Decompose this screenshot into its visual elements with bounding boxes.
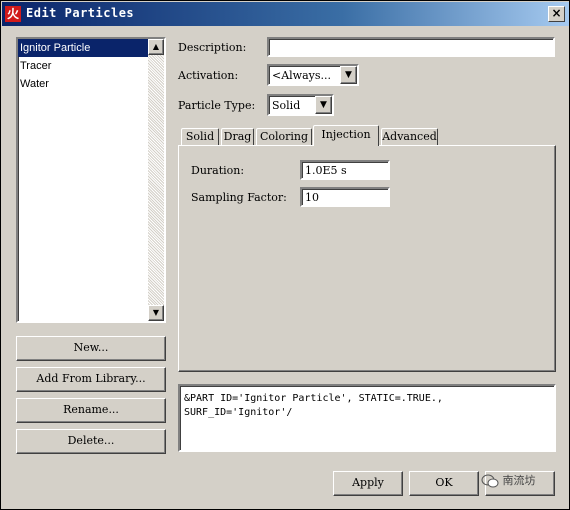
apply-button[interactable]: Apply <box>333 471 403 496</box>
sampling-factor-field[interactable]: 10 <box>300 187 390 207</box>
duration-label: Duration: <box>191 164 245 177</box>
namelist-line-2: SURF_ID='Ignitor'/ <box>184 407 293 418</box>
namelist-line-1: &PART ID='Ignitor Particle', STATIC=.TRU… <box>184 393 443 404</box>
description-label: Description: <box>178 41 247 54</box>
watermark-text: 南流坊 <box>502 474 536 487</box>
particle-type-select[interactable]: Solid ▼ <box>267 94 334 116</box>
tab-solid[interactable]: Solid <box>181 128 219 146</box>
chevron-down-icon[interactable]: ▼ <box>340 66 357 84</box>
particle-list[interactable]: Ignitor Particle Tracer Water ▲ ▼ <box>16 37 166 323</box>
window-title: Edit Particles <box>26 6 135 20</box>
list-item-tracer[interactable]: Tracer <box>18 57 148 75</box>
description-input[interactable] <box>267 37 555 57</box>
delete-button[interactable]: Delete... <box>16 429 166 454</box>
title-bar[interactable]: 火 Edit Particles × <box>2 2 569 26</box>
edit-particles-dialog: 火 Edit Particles × Ignitor Particle Trac… <box>0 0 570 510</box>
particle-list-scrollbar[interactable]: ▲ ▼ <box>148 39 164 321</box>
app-icon: 火 <box>5 6 21 22</box>
close-button[interactable]: × <box>548 6 565 22</box>
duration-field[interactable]: 1.0E5 s <box>300 160 390 180</box>
particle-type-value: Solid <box>272 99 301 112</box>
tab-advanced[interactable]: Advanced <box>381 128 438 146</box>
new-button[interactable]: New... <box>16 336 166 361</box>
add-from-library-button[interactable]: Add From Library... <box>16 367 166 392</box>
injection-tab-panel: Duration: 1.0E5 s Sampling Factor: 10 <box>178 145 556 372</box>
particle-type-label: Particle Type: <box>178 99 256 112</box>
ok-button[interactable]: OK <box>409 471 479 496</box>
list-item-ignitor-particle[interactable]: Ignitor Particle <box>18 39 148 57</box>
rename-button[interactable]: Rename... <box>16 398 166 423</box>
watermark: 南流坊 <box>481 472 557 494</box>
list-item-water[interactable]: Water <box>18 75 148 93</box>
scroll-down-icon[interactable]: ▼ <box>148 305 164 321</box>
namelist-preview[interactable]: &PART ID='Ignitor Particle', STATIC=.TRU… <box>178 384 556 452</box>
particle-list-items: Ignitor Particle Tracer Water <box>18 39 148 321</box>
activation-value: <Always... <box>272 69 332 82</box>
tab-coloring[interactable]: Coloring <box>256 128 312 146</box>
chevron-down-icon[interactable]: ▼ <box>315 96 332 114</box>
activation-select[interactable]: <Always... ▼ <box>267 64 359 86</box>
scroll-up-icon[interactable]: ▲ <box>148 39 164 55</box>
wechat-icon <box>481 474 499 488</box>
activation-label: Activation: <box>178 69 239 82</box>
sampling-factor-label: Sampling Factor: <box>191 191 287 204</box>
tab-drag[interactable]: Drag <box>221 128 254 146</box>
tab-injection[interactable]: Injection <box>313 125 379 146</box>
